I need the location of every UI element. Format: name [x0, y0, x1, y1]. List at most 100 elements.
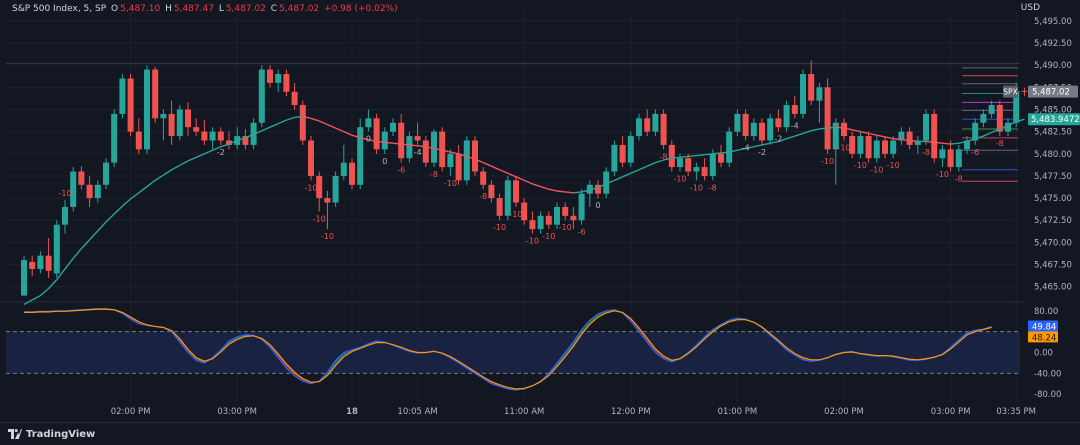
- candle-body: [299, 105, 306, 141]
- tradingview-brand[interactable]: TradingView: [26, 429, 95, 440]
- signal-annotation: -8: [709, 183, 717, 192]
- candle-body: [160, 113, 167, 119]
- ma-segment: [384, 141, 394, 144]
- candle-body: [841, 122, 847, 137]
- ma-segment: [614, 176, 623, 182]
- legend-close-label: C: [270, 4, 278, 14]
- signal-annotation: 0: [382, 157, 387, 166]
- signal-annotation: -10: [936, 170, 949, 179]
- ma-segment: [409, 144, 418, 147]
- candle-body: [431, 131, 437, 163]
- chart-canvas[interactable]: -10-2-10-10-1000-6-4-8-10-8-10-10-10 -10-…: [0, 0, 1080, 422]
- x-tick-label: 18: [346, 407, 358, 417]
- candle-body: [119, 78, 126, 114]
- signal-annotation: -8: [955, 175, 963, 184]
- candle-body: [463, 140, 470, 181]
- symbol-tag: SPX: [1003, 88, 1017, 97]
- candle-body: [800, 74, 806, 114]
- candle-body: [152, 69, 159, 119]
- ma-segment: [89, 230, 99, 241]
- y-tick-label: 5,482.50: [1034, 128, 1072, 138]
- legend-open-label: O: [111, 4, 119, 14]
- candle-body: [767, 118, 774, 141]
- ma-segment: [835, 126, 845, 129]
- legend-close-value: 5,487.02: [279, 4, 320, 14]
- signal-annotation: -10: [559, 223, 572, 232]
- signal-annotation: -10: [837, 143, 850, 152]
- ma-segment: [392, 142, 402, 145]
- ma-segment: [761, 142, 771, 146]
- candle-body: [873, 140, 880, 159]
- tradingview-logo-icon[interactable]: [8, 428, 22, 440]
- ma-segment: [310, 117, 320, 122]
- ma-segment: [794, 132, 804, 137]
- x-tick-label: 01:00 PM: [718, 407, 758, 417]
- ma-segment: [950, 142, 959, 145]
- ma-segment: [679, 155, 689, 159]
- candle-body: [86, 184, 93, 199]
- ma-segment: [80, 239, 91, 250]
- candle-body: [283, 74, 290, 92]
- y-tick-label: 5,480.00: [1034, 150, 1072, 160]
- ma-segment: [294, 115, 303, 119]
- candle-body: [447, 153, 454, 168]
- signal-annotation: -4: [791, 121, 799, 130]
- ma-segment: [565, 191, 574, 194]
- ma-segment: [376, 140, 385, 143]
- ma-segment: [286, 116, 295, 121]
- ma-segment: [638, 165, 648, 171]
- legend-low-value: 5,487.02: [225, 4, 266, 14]
- candle-body: [923, 113, 929, 141]
- x-tick-label: 03:00 PM: [931, 407, 971, 417]
- ma-segment: [671, 156, 681, 159]
- candle-body: [480, 171, 487, 185]
- y-tick-label: 5,492.50: [1034, 39, 1072, 49]
- signal-annotation: -6: [971, 148, 979, 157]
- ma-segment: [753, 144, 763, 148]
- y-tick-label: 5,472.50: [1034, 216, 1072, 226]
- currency-label[interactable]: USD: [1021, 3, 1040, 13]
- candle-body: [693, 167, 700, 172]
- candle-body: [636, 118, 642, 137]
- candle-body: [324, 198, 331, 203]
- candle-body: [562, 206, 569, 216]
- candle-body: [373, 118, 380, 150]
- candle-body: [791, 105, 798, 114]
- candle-body: [701, 167, 708, 176]
- ma-segment: [868, 132, 877, 136]
- candle-body: [291, 91, 298, 106]
- signal-annotation: -8: [922, 148, 930, 157]
- candle-body: [176, 109, 183, 137]
- candle-body: [709, 153, 716, 176]
- candle-body: [422, 140, 429, 163]
- candle-body: [488, 184, 495, 199]
- candle-body: [931, 113, 938, 159]
- ma-segment: [171, 164, 181, 171]
- signal-annotation: -6: [578, 228, 586, 237]
- candle-body: [21, 260, 27, 296]
- signal-annotation: -2: [217, 148, 225, 157]
- candle-body: [144, 69, 150, 150]
- signal-annotation: -10: [58, 189, 71, 198]
- ma-segment: [72, 248, 82, 259]
- ma-segment: [688, 154, 697, 158]
- ma-segment: [138, 186, 148, 194]
- ma-segment: [105, 213, 115, 223]
- ma-segment: [335, 127, 345, 133]
- signal-annotation: -10: [673, 175, 686, 184]
- ma-segment: [819, 127, 828, 130]
- ma-segment: [942, 142, 951, 145]
- ma-segment: [39, 287, 50, 297]
- legend-high-value: 5,487.47: [173, 4, 214, 14]
- legend-low-label: L: [218, 4, 224, 14]
- y-tick-label: 5,467.50: [1034, 261, 1072, 271]
- candle-body: [496, 198, 503, 216]
- candle-body: [398, 122, 405, 159]
- ma-segment: [712, 152, 722, 155]
- oscillator-band: [6, 331, 1020, 374]
- ma-segment: [491, 165, 500, 171]
- ma-value-tag: 5,483.9472: [1031, 115, 1080, 125]
- candle-body: [988, 105, 995, 114]
- legend-open-value: 5,487.10: [120, 4, 161, 14]
- candle-body: [103, 162, 109, 185]
